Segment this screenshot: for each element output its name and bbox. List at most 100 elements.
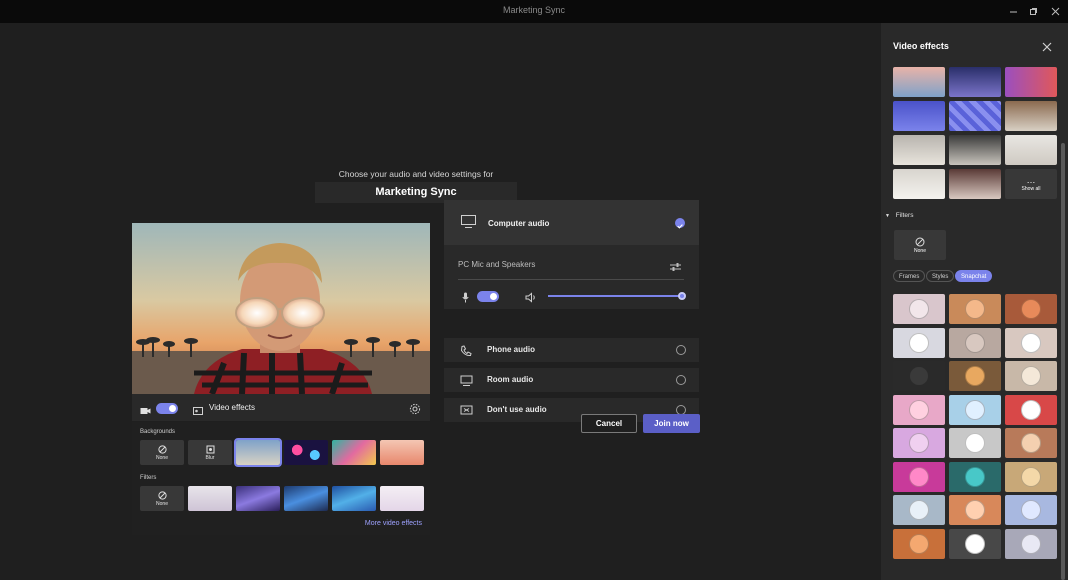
side-background-tile[interactable]: [949, 135, 1001, 165]
snapchat-lens-tile[interactable]: [949, 361, 1001, 391]
snapchat-lens-tile[interactable]: [1005, 428, 1057, 458]
camera-icon: [140, 403, 151, 421]
lens-face-icon: [965, 433, 985, 453]
lens-face-icon: [909, 399, 929, 420]
filter-none-label: None: [156, 500, 168, 507]
background-blur[interactable]: Blur: [188, 440, 232, 465]
more-video-effects-link[interactable]: More video effects: [365, 520, 422, 527]
prejoin-area: Choose your audio and video settings for…: [0, 23, 881, 580]
snapchat-lens-tile[interactable]: [949, 428, 1001, 458]
backgrounds-label: Backgrounds: [140, 429, 176, 435]
room-audio-label: Room audio: [487, 375, 534, 384]
settings-gear-icon[interactable]: [409, 402, 421, 420]
tab-styles[interactable]: Styles: [926, 270, 955, 282]
snapchat-lens-tile[interactable]: [1005, 394, 1057, 425]
lens-face-icon: [1021, 299, 1041, 319]
show-all-button[interactable]: … Show all: [1005, 169, 1057, 199]
snapchat-lens-tile[interactable]: [893, 294, 945, 324]
lens-face-icon: [1021, 366, 1041, 386]
audio-device-settings-icon[interactable]: [670, 259, 681, 277]
join-now-button[interactable]: Join now: [643, 414, 700, 433]
lens-face-icon: [1021, 399, 1041, 420]
room-audio-radio[interactable]: [676, 375, 686, 385]
lens-face-icon: [909, 533, 929, 554]
restore-icon[interactable]: [1024, 3, 1042, 19]
snapchat-lens-tile[interactable]: [949, 327, 1001, 358]
none-icon: [157, 444, 167, 454]
side-background-tile[interactable]: [1005, 101, 1057, 131]
background-beach-selected[interactable]: [234, 438, 282, 467]
audio-divider: [458, 279, 684, 280]
filter-blue-wave[interactable]: [284, 486, 328, 511]
video-effects-label[interactable]: Video effects: [209, 403, 255, 412]
snapchat-lens-tile[interactable]: [949, 394, 1001, 425]
background-colorful[interactable]: [332, 440, 376, 465]
room-audio-option[interactable]: Room audio: [444, 368, 699, 392]
background-room[interactable]: [380, 440, 424, 465]
cancel-button[interactable]: Cancel: [581, 414, 637, 433]
collapse-caret-icon: ▼: [885, 213, 890, 219]
snapchat-lens-tile[interactable]: [1005, 294, 1057, 324]
side-filter-none[interactable]: None: [894, 230, 946, 260]
filter-purple-wave[interactable]: [236, 486, 280, 511]
minimize-icon[interactable]: [1004, 3, 1022, 19]
snapchat-lens-tile[interactable]: [949, 461, 1001, 492]
side-background-tile[interactable]: [1005, 135, 1057, 165]
no-audio-icon: [460, 404, 473, 422]
snapchat-lens-tile[interactable]: [893, 327, 945, 358]
background-bokeh[interactable]: [284, 440, 328, 465]
snapchat-lens-tile[interactable]: [893, 428, 945, 458]
snapchat-lens-tile[interactable]: [949, 528, 1001, 559]
side-background-tile[interactable]: [893, 101, 945, 131]
filter-light[interactable]: [380, 486, 424, 511]
snapchat-lens-tile[interactable]: [949, 495, 1001, 525]
snapchat-lens-tile[interactable]: [1005, 528, 1057, 559]
phone-audio-option[interactable]: Phone audio: [444, 338, 699, 362]
lens-face-icon: [909, 332, 929, 353]
snapchat-lens-tile[interactable]: [893, 528, 945, 559]
lens-face-icon: [965, 299, 985, 319]
video-effects-side-panel: Video effects … Show all ▼ Filters None …: [881, 23, 1068, 580]
background-none[interactable]: None: [140, 440, 184, 465]
close-window-icon[interactable]: [1046, 3, 1064, 19]
snapchat-lens-tile[interactable]: [1005, 495, 1057, 525]
side-background-tile[interactable]: [949, 101, 1001, 131]
side-background-tile[interactable]: [1005, 67, 1057, 97]
close-panel-icon[interactable]: [1041, 40, 1053, 52]
lens-face-icon: [909, 299, 929, 319]
snapchat-lens-tile[interactable]: [893, 495, 945, 525]
snapchat-lens-tile[interactable]: [893, 361, 945, 391]
snapchat-lens-tile[interactable]: [893, 394, 945, 425]
lens-face-icon: [909, 433, 929, 453]
volume-slider-fill: [548, 295, 682, 297]
filter-soft[interactable]: [188, 486, 232, 511]
side-background-tile[interactable]: [949, 169, 1001, 199]
volume-slider-thumb[interactable]: [678, 292, 686, 300]
filter-ocean[interactable]: [332, 486, 376, 511]
computer-audio-option[interactable]: Computer audio: [444, 200, 699, 245]
filters-header[interactable]: ▼ Filters: [885, 212, 913, 219]
camera-toggle[interactable]: [156, 403, 178, 414]
phone-audio-radio[interactable]: [676, 345, 686, 355]
microphone-toggle[interactable]: [477, 291, 499, 302]
snapchat-lens-tile[interactable]: [1005, 327, 1057, 358]
snapchat-lens-tile[interactable]: [949, 294, 1001, 324]
no-audio-label: Don't use audio: [487, 405, 547, 414]
volume-slider[interactable]: [548, 292, 686, 300]
tab-frames[interactable]: Frames: [893, 270, 926, 282]
filter-none[interactable]: None: [140, 486, 184, 511]
side-background-tile[interactable]: [893, 169, 945, 199]
tab-snapchat[interactable]: Snapchat: [955, 270, 993, 282]
audio-device-label[interactable]: PC Mic and Speakers: [458, 260, 535, 269]
snapchat-lens-tile[interactable]: [1005, 461, 1057, 492]
choose-settings-text: Choose your audio and video settings for: [338, 169, 494, 179]
side-background-tile[interactable]: [893, 135, 945, 165]
side-background-tile[interactable]: [949, 67, 1001, 97]
title-bar: Marketing Sync: [0, 0, 1068, 23]
snapchat-lens-tile[interactable]: [893, 461, 945, 492]
lens-face-icon: [965, 466, 985, 487]
side-background-tile[interactable]: [893, 67, 945, 97]
snapchat-lens-tile[interactable]: [1005, 361, 1057, 391]
side-panel-scrollbar[interactable]: [1061, 143, 1065, 580]
computer-audio-panel: Computer audio PC Mic and Speakers: [444, 200, 699, 309]
